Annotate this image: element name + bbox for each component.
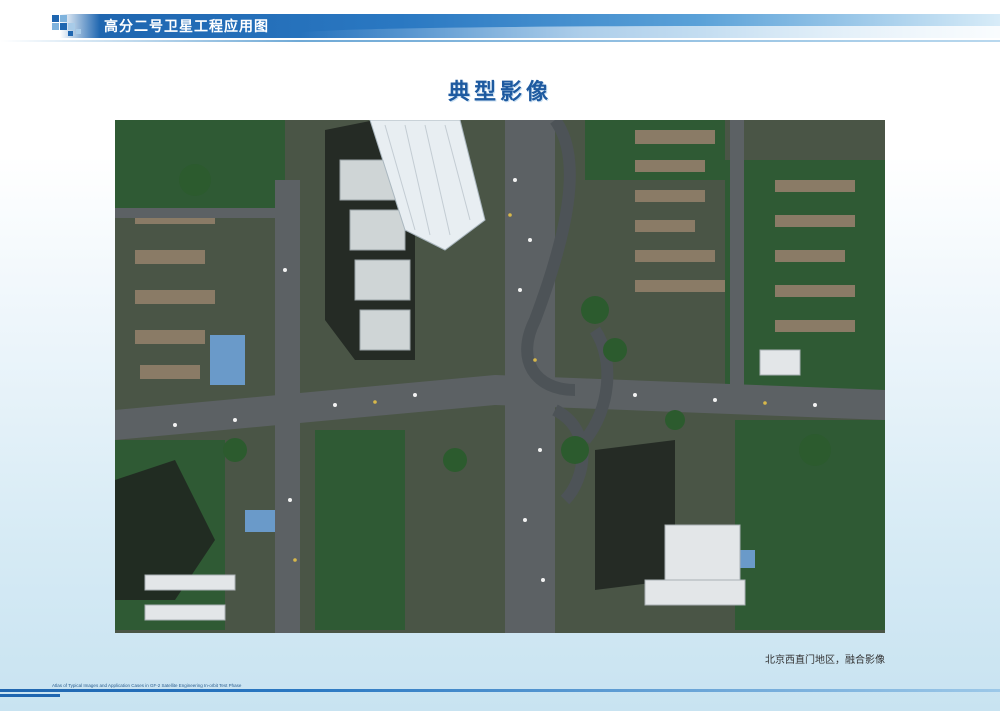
page-title: 典型影像 <box>447 79 552 105</box>
footer-accent-line <box>0 694 60 697</box>
satellite-image <box>115 120 885 633</box>
header-band: 高分二号卫星工程应用图 <box>0 0 1000 46</box>
logo-squares-icon <box>52 15 92 37</box>
header-title: 高分二号卫星工程应用图 <box>104 19 269 35</box>
footer-line <box>0 689 1000 692</box>
header-underline <box>0 40 1000 42</box>
header-swoosh <box>300 26 1000 38</box>
image-caption: 北京西直门地区，融合影像 <box>765 655 885 666</box>
footer-text: Atlas of Typical Images and Application … <box>52 683 242 688</box>
